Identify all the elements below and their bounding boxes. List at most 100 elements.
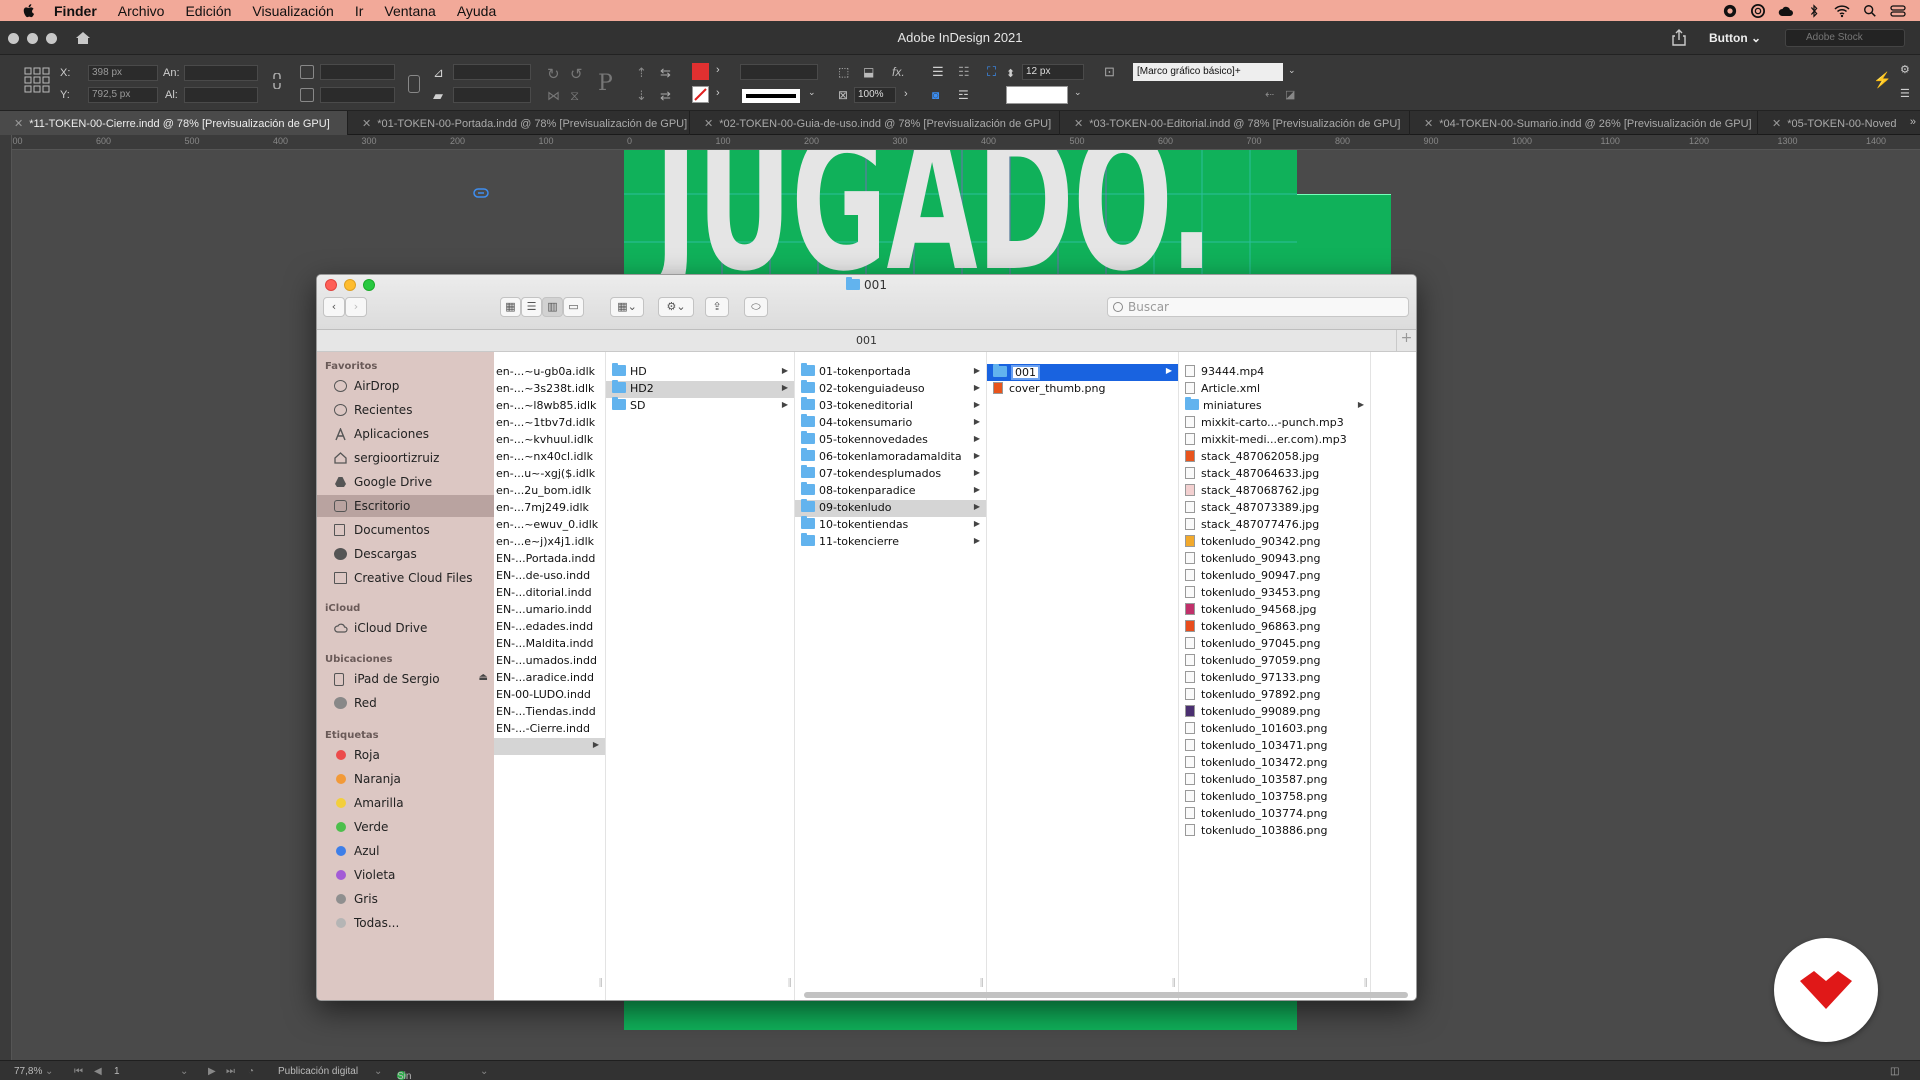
back-button[interactable]: ‹: [323, 297, 345, 317]
sidebar-item-red[interactable]: Red: [317, 692, 494, 714]
finder-search-input[interactable]: Buscar: [1107, 297, 1409, 317]
list-item[interactable]: stack_487073389.jpg: [1179, 500, 1370, 517]
sidebar-item-recientes[interactable]: Recientes: [317, 399, 494, 421]
selected-folder-row[interactable]: ▶: [494, 738, 605, 755]
list-item[interactable]: stack_487068762.jpg: [1179, 483, 1370, 500]
menu-ventana[interactable]: Ventana: [384, 3, 435, 19]
list-item[interactable]: mixkit-carto...-punch.mp3: [1179, 415, 1370, 432]
column-resize-handle[interactable]: ‖: [1172, 978, 1177, 988]
list-item[interactable]: miniatures ▶: [1179, 397, 1370, 415]
creative-cloud-icon[interactable]: [1750, 3, 1766, 18]
sidebar-tag-todas[interactable]: Todas...: [317, 912, 494, 934]
list-item[interactable]: tokenludo_97133.png: [1179, 670, 1370, 687]
page-chevron-icon[interactable]: ⌄: [180, 1066, 188, 1077]
list-item[interactable]: en-...~kvhuul.idlk: [494, 432, 605, 449]
list-item[interactable]: mixkit-medi...er.com).mp3: [1179, 432, 1370, 449]
list-item[interactable]: 01-tokenportada ▶: [795, 363, 986, 381]
list-item[interactable]: Article.xml: [1179, 381, 1370, 398]
preflight-chevron-icon[interactable]: ⌄: [374, 1066, 382, 1077]
list-item[interactable]: en-...e~j)x4j1.idlk: [494, 534, 605, 551]
close-tab-icon[interactable]: ✕: [1772, 118, 1781, 130]
fill-swatch[interactable]: [692, 63, 709, 80]
page-number[interactable]: 1: [114, 1066, 120, 1077]
link-icon[interactable]: [473, 188, 489, 198]
control-bar-menu-icon[interactable]: ☰: [1900, 87, 1910, 100]
list-item[interactable]: tokenludo_90943.png: [1179, 551, 1370, 568]
finder-column-2[interactable]: 01-tokenportada ▶ 02-tokenguiadeuso ▶ 03-tok…: [795, 352, 987, 1000]
sidebar-tag-azul[interactable]: Azul: [317, 840, 494, 862]
close-tab-icon[interactable]: ✕: [362, 118, 371, 130]
align-left-icon[interactable]: ☰: [932, 64, 944, 80]
list-item[interactable]: 05-tokennovedades ▶: [795, 431, 986, 449]
height-field[interactable]: [184, 87, 258, 103]
stroke-type-chevron-icon[interactable]: ⌄: [808, 87, 816, 98]
close-tab-icon[interactable]: ✕: [704, 118, 713, 130]
record-icon[interactable]: [1722, 4, 1738, 18]
effects-icon[interactable]: fx.: [892, 65, 905, 79]
page-spread[interactable]: JUGADO.: [624, 150, 1297, 280]
close-tab-icon[interactable]: ✕: [1074, 118, 1083, 130]
column-resize-handle[interactable]: ‖: [788, 978, 793, 988]
eject-icon[interactable]: ⏏: [479, 672, 488, 683]
list-item[interactable]: tokenludo_97045.png: [1179, 636, 1370, 653]
adobe-stock-search[interactable]: Adobe Stock: [1785, 29, 1905, 47]
page-frame-right[interactable]: [1297, 194, 1391, 280]
list-item[interactable]: cover_thumb.png: [987, 381, 1178, 398]
select-prev-icon[interactable]: ⇆: [660, 65, 671, 81]
list-item[interactable]: en-...~nx40cl.idlk: [494, 449, 605, 466]
share-icon[interactable]: [1670, 29, 1688, 47]
apple-icon[interactable]: [18, 3, 40, 18]
list-item[interactable]: tokenludo_94568.jpg: [1179, 602, 1370, 619]
list-item[interactable]: tokenludo_97892.png: [1179, 687, 1370, 704]
tags-button[interactable]: ⬭: [744, 297, 768, 317]
stroke-type-preview[interactable]: [742, 89, 800, 103]
tab-cierre[interactable]: ✕ *11-TOKEN-00-Cierre.indd @ 78% [Previsu…: [0, 111, 348, 135]
gallery-view-button[interactable]: ▭: [563, 297, 584, 317]
y-position-field[interactable]: 792,5 px: [88, 87, 158, 103]
sidebar-item-documentos[interactable]: Documentos: [317, 519, 494, 541]
new-tab-button[interactable]: +: [1396, 330, 1416, 351]
list-item[interactable]: EN-...umario.indd: [494, 602, 605, 619]
flip-horizontal-icon[interactable]: ⋈: [547, 88, 560, 104]
sidebar-item-icloud-drive[interactable]: iCloud Drive: [317, 617, 494, 639]
sidebar-tag-roja[interactable]: Roja: [317, 744, 494, 766]
object-style-chevron-icon[interactable]: ⌄: [1288, 65, 1296, 76]
list-item[interactable]: EN-...-Cierre.indd: [494, 721, 605, 738]
sidebar-item-ipad[interactable]: iPad de Sergio ⏏: [317, 668, 494, 690]
list-item[interactable]: en-...2u_bom.idlk: [494, 483, 605, 500]
finder-column-4[interactable]: 93444.mp4 Article.xml miniatures ▶ mixkit-ca…: [1179, 352, 1371, 1000]
list-item[interactable]: HD2 ▶: [606, 380, 794, 398]
stroke-px-field[interactable]: 12 px: [1022, 64, 1084, 80]
control-center-icon[interactable]: [1890, 4, 1906, 18]
tab-guia-de-uso[interactable]: ✕ *02-TOKEN-00-Guia-de-uso.indd @ 78% [Pr…: [690, 111, 1060, 135]
control-bar-settings-icon[interactable]: ⚙: [1900, 63, 1910, 76]
constrain-proportions-icon[interactable]: [270, 73, 284, 89]
list-item[interactable]: tokenludo_93453.png: [1179, 585, 1370, 602]
list-item[interactable]: 03-tokeneditorial ▶: [795, 397, 986, 415]
reference-point-icon[interactable]: [24, 67, 50, 93]
preflight-menu-chevron-icon[interactable]: ⌄: [480, 1066, 488, 1077]
list-item[interactable]: 11-tokencierre ▶: [795, 533, 986, 551]
list-item[interactable]: EN-...aradice.indd: [494, 670, 605, 687]
sidebar-item-home[interactable]: sergioortizruiz: [317, 447, 494, 469]
list-item[interactable]: 10-tokentiendas ▶: [795, 516, 986, 534]
column-resize-handle[interactable]: ‖: [980, 978, 985, 988]
list-item[interactable]: EN-...de-uso.indd: [494, 568, 605, 585]
scale-y-field[interactable]: [320, 87, 395, 103]
list-item[interactable]: en-...~1tbv7d.idlk: [494, 415, 605, 432]
column-view-button[interactable]: ▥: [542, 297, 563, 317]
tab-novedades[interactable]: ✕ *05-TOKEN-00-Noved: [1758, 111, 1898, 135]
list-item[interactable]: EN-...Portada.indd: [494, 551, 605, 568]
wrap-options-icon[interactable]: ☲: [958, 88, 969, 102]
zoom-chevron-icon[interactable]: ⌄: [45, 1066, 53, 1077]
cloud-icon[interactable]: [1778, 4, 1794, 18]
finder-column-3[interactable]: 001 ▶ cover_thumb.png ‖: [987, 352, 1179, 1000]
list-item[interactable]: EN-00-LUDO.indd: [494, 687, 605, 704]
stroke-weight-stepper[interactable]: ⬍: [1006, 67, 1015, 80]
sidebar-tag-amarilla[interactable]: Amarilla: [317, 792, 494, 814]
sidebar-tag-verde[interactable]: Verde: [317, 816, 494, 838]
page-bottom-frame[interactable]: [624, 998, 1297, 1030]
first-page-icon[interactable]: ⏮: [74, 1066, 83, 1077]
list-item[interactable]: HD ▶: [606, 363, 794, 381]
text-wrap-icon[interactable]: ◙: [932, 88, 939, 102]
